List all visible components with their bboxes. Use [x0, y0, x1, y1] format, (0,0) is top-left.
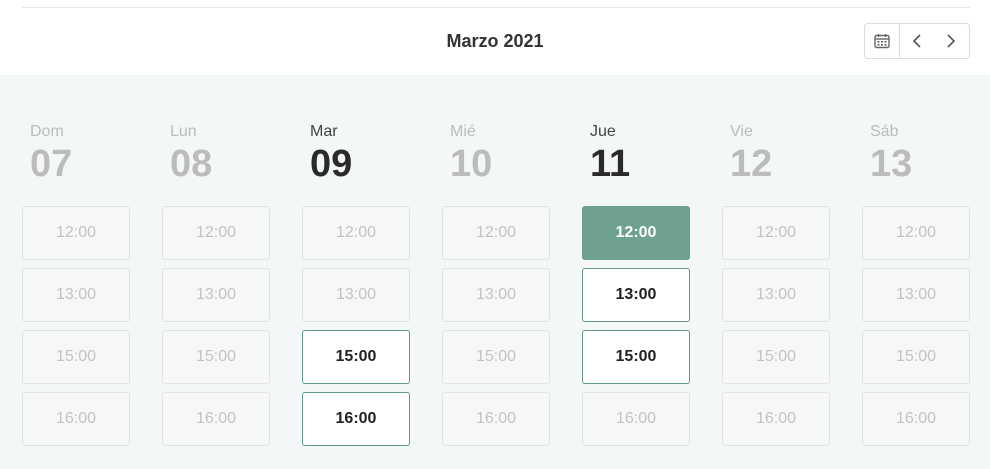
time-slot-list: 12:00 13:00 15:00 16:00 — [302, 206, 410, 446]
day-column: Mar 09 12:00 13:00 15:00 16:00 — [302, 122, 410, 454]
day-column: Jue 11 12:00 13:00 15:00 16:00 — [582, 122, 690, 454]
time-slot-list: 12:00 13:00 15:00 16:00 — [862, 206, 970, 446]
time-slot-button[interactable]: 13:00 — [582, 268, 690, 322]
month-title: Marzo 2021 — [446, 31, 544, 51]
calendar-icon — [874, 34, 890, 49]
time-slot-button: 13:00 — [302, 268, 410, 322]
chevron-left-icon — [912, 34, 921, 48]
time-slot-button: 15:00 — [162, 330, 270, 384]
time-slot-button: 12:00 — [22, 206, 130, 260]
time-slot-button: 15:00 — [442, 330, 550, 384]
calendar-header: Marzo 2021 — [0, 8, 990, 75]
time-slot-button: 12:00 — [162, 206, 270, 260]
time-slot-button: 12:00 — [722, 206, 830, 260]
time-slot-button: 16:00 — [722, 392, 830, 446]
day-columns: Dom 07 12:00 13:00 15:00 16:00 Lun 08 12:00 13:00… — [22, 122, 970, 454]
time-slot-button: 16:00 — [862, 392, 970, 446]
day-column: Mié 10 12:00 13:00 15:00 16:00 — [442, 122, 550, 454]
day-column: Dom 07 12:00 13:00 15:00 16:00 — [22, 122, 130, 454]
time-slot-button: 15:00 — [862, 330, 970, 384]
day-of-week-label: Mar — [310, 123, 338, 140]
day-number: 10 — [450, 143, 493, 185]
time-slot-button[interactable]: 15:00 — [302, 330, 410, 384]
day-number: 12 — [730, 143, 773, 185]
time-slot-button: 13:00 — [162, 268, 270, 322]
time-slot-list: 12:00 13:00 15:00 16:00 — [162, 206, 270, 446]
day-column: Vie 12 12:00 13:00 15:00 16:00 — [722, 122, 830, 454]
day-of-week-label: Lun — [170, 123, 197, 140]
day-column: Sáb 13 12:00 13:00 15:00 16:00 — [862, 122, 970, 454]
next-week-button[interactable] — [934, 24, 968, 58]
time-slot-button[interactable]: 15:00 — [582, 330, 690, 384]
time-slot-list: 12:00 13:00 15:00 16:00 — [722, 206, 830, 446]
time-slot-button: 13:00 — [862, 268, 970, 322]
day-of-week-label: Jue — [590, 123, 616, 140]
time-slot-list: 12:00 13:00 15:00 16:00 — [582, 206, 690, 446]
time-slot-button[interactable]: 12:00 — [582, 206, 690, 260]
day-of-week-label: Vie — [730, 123, 753, 140]
time-slot-list: 12:00 13:00 15:00 16:00 — [22, 206, 130, 446]
prev-week-button[interactable] — [900, 24, 934, 58]
day-number: 11 — [590, 143, 631, 185]
calendar-nav-group — [864, 23, 970, 59]
chevron-right-icon — [947, 34, 956, 48]
time-slot-button: 13:00 — [442, 268, 550, 322]
day-number: 09 — [310, 143, 353, 185]
week-view: Dom 07 12:00 13:00 15:00 16:00 Lun 08 12:00 13:00… — [0, 75, 990, 469]
time-slot-button: 15:00 — [722, 330, 830, 384]
day-of-week-label: Sáb — [870, 123, 899, 140]
time-slot-button: 16:00 — [22, 392, 130, 446]
time-slot-button: 12:00 — [862, 206, 970, 260]
day-of-week-label: Dom — [30, 123, 64, 140]
time-slot-list: 12:00 13:00 15:00 16:00 — [442, 206, 550, 446]
time-slot-button: 12:00 — [302, 206, 410, 260]
calendar-picker-button[interactable] — [865, 24, 900, 58]
day-number: 07 — [30, 143, 73, 185]
time-slot-button: 13:00 — [722, 268, 830, 322]
time-slot-button: 12:00 — [442, 206, 550, 260]
time-slot-button: 13:00 — [22, 268, 130, 322]
time-slot-button[interactable]: 16:00 — [302, 392, 410, 446]
time-slot-button: 16:00 — [162, 392, 270, 446]
day-number: 13 — [870, 143, 913, 185]
time-slot-button: 16:00 — [582, 392, 690, 446]
day-column: Lun 08 12:00 13:00 15:00 16:00 — [162, 122, 270, 454]
time-slot-button: 16:00 — [442, 392, 550, 446]
day-number: 08 — [170, 143, 213, 185]
time-slot-button: 15:00 — [22, 330, 130, 384]
day-of-week-label: Mié — [450, 123, 476, 140]
